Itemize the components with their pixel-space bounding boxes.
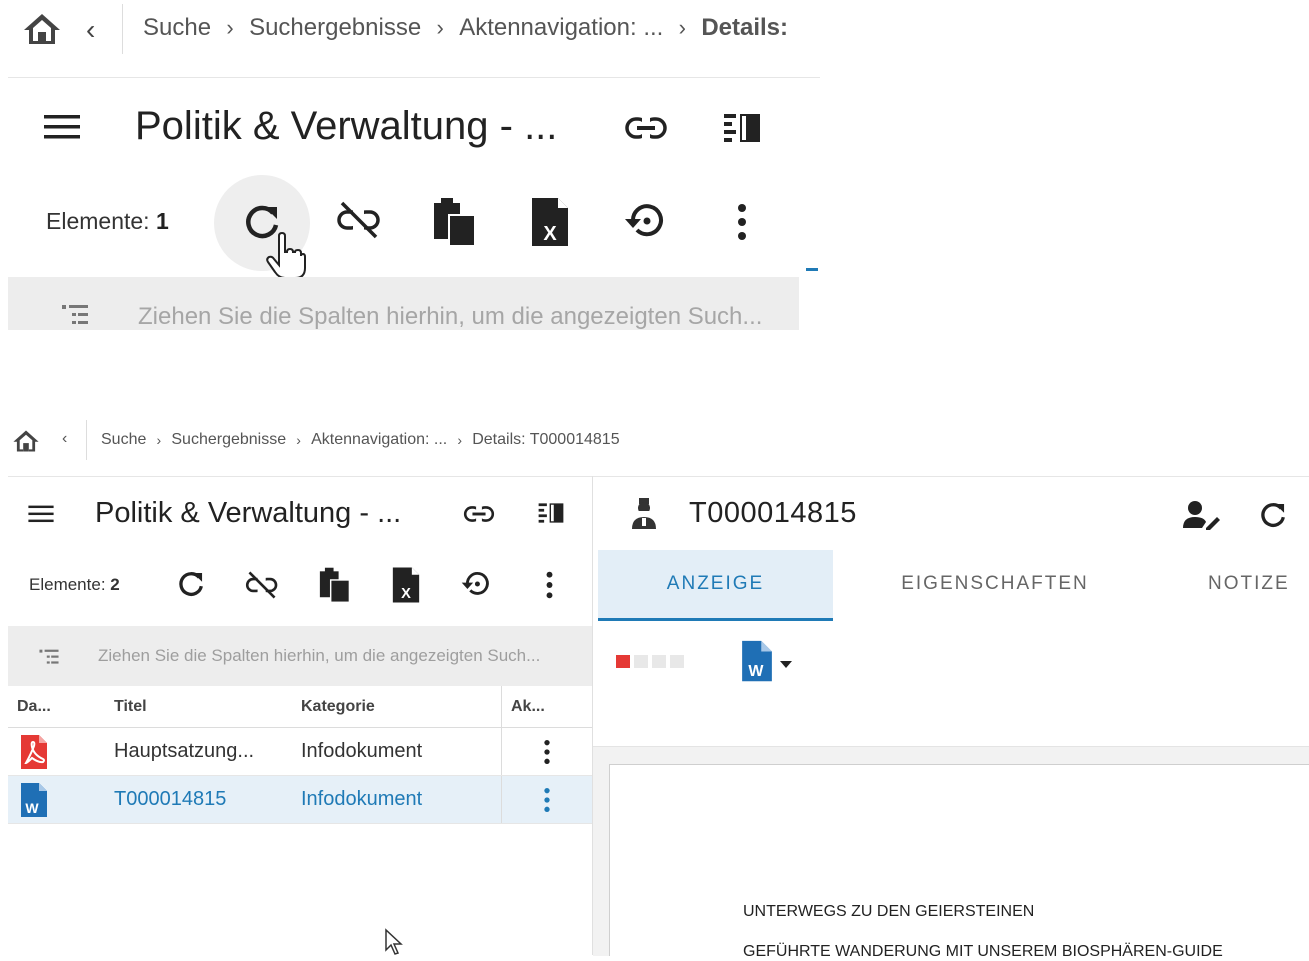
progress-step bbox=[634, 655, 648, 668]
chevron-right-icon: › bbox=[678, 15, 686, 40]
unlink-icon[interactable] bbox=[245, 570, 279, 600]
tab-anzeige[interactable]: ANZEIGE bbox=[598, 550, 833, 621]
unlink-icon[interactable] bbox=[336, 200, 382, 240]
back-chevron-icon[interactable]: ‹ bbox=[62, 430, 67, 448]
paste-icon[interactable] bbox=[318, 567, 352, 603]
svg-text:W: W bbox=[748, 663, 764, 680]
chevron-right-icon: › bbox=[436, 15, 444, 40]
hand-cursor-icon bbox=[265, 232, 307, 280]
group-list-icon bbox=[38, 648, 60, 666]
group-hint-text: Ziehen Sie die Spalten hierhin, um die a… bbox=[138, 303, 763, 330]
row-category: Infodokument bbox=[292, 775, 502, 824]
svg-text:X: X bbox=[543, 223, 557, 245]
progress-step bbox=[670, 655, 684, 668]
hamburger-menu-icon[interactable] bbox=[27, 503, 55, 525]
edit-person-icon[interactable] bbox=[1182, 500, 1220, 530]
zoomed-toolbar-view: ‹ Suche › Suchergebnisse › Aktennavigati… bbox=[0, 0, 820, 330]
tab-eigenschaften[interactable]: EIGENSCHAFTEN bbox=[860, 550, 1130, 618]
toggle-panel-icon[interactable] bbox=[537, 502, 565, 524]
divider bbox=[8, 77, 820, 78]
toggle-panel-icon[interactable] bbox=[722, 112, 762, 144]
chevron-right-icon: › bbox=[296, 432, 301, 448]
pdf-icon bbox=[8, 727, 105, 776]
hamburger-menu-icon[interactable] bbox=[42, 112, 82, 142]
row-title: T000014815 bbox=[105, 775, 292, 824]
home-icon[interactable] bbox=[22, 12, 62, 46]
page-title: Politik & Verwaltung - ... bbox=[135, 104, 558, 148]
document-owner-icon bbox=[630, 497, 658, 531]
breadcrumb-item-suchergebnisse[interactable]: Suchergebnisse bbox=[249, 14, 421, 42]
history-restore-icon[interactable] bbox=[623, 200, 667, 242]
excel-export-icon[interactable]: X bbox=[530, 196, 570, 248]
accent-mark bbox=[806, 268, 818, 271]
breadcrumb-item-details: Details: bbox=[701, 14, 789, 41]
row-actions-more-icon[interactable] bbox=[501, 775, 592, 824]
link-icon[interactable] bbox=[624, 113, 668, 143]
group-hint-text: Ziehen Sie die Spalten hierhin, um die a… bbox=[98, 646, 541, 665]
paste-icon[interactable] bbox=[432, 197, 478, 247]
row-title: Hauptsatzung... bbox=[105, 727, 292, 776]
breadcrumb-item-suche[interactable]: Suche bbox=[101, 431, 146, 449]
divider bbox=[86, 420, 87, 460]
loading-progress bbox=[616, 655, 684, 668]
column-header-actions[interactable]: Ak... bbox=[501, 686, 592, 728]
excel-export-icon[interactable]: X bbox=[391, 566, 421, 604]
svg-text:X: X bbox=[401, 586, 411, 602]
dropdown-caret-icon[interactable] bbox=[780, 661, 792, 668]
progress-step bbox=[652, 655, 666, 668]
document-page bbox=[609, 764, 1309, 956]
element-count: Elemente: 1 bbox=[46, 208, 169, 234]
group-list-icon bbox=[60, 303, 90, 327]
chevron-right-icon: › bbox=[156, 432, 162, 448]
breadcrumb-item-suche[interactable]: Suche bbox=[143, 14, 211, 42]
refresh-icon[interactable] bbox=[177, 570, 205, 598]
column-header-title[interactable]: Titel bbox=[105, 686, 292, 728]
history-restore-icon[interactable] bbox=[460, 569, 492, 599]
link-icon[interactable] bbox=[463, 503, 495, 525]
breadcrumb: ‹ Suche › Suchergebnisse › Aktennavigati… bbox=[0, 0, 820, 58]
breadcrumb: ‹ Suche › Suchergebnisse › Aktennavigati… bbox=[0, 420, 1309, 460]
breadcrumb-item-details: Details: T000014815 bbox=[472, 431, 620, 448]
element-count: Elemente: 2 bbox=[29, 575, 120, 594]
word-file-icon[interactable]: W bbox=[740, 639, 774, 683]
row-actions-more-icon[interactable] bbox=[501, 727, 592, 776]
table-row-selected[interactable]: W T000014815 Infodokument bbox=[8, 775, 592, 824]
row-category: Infodokument bbox=[292, 727, 502, 776]
column-header-category[interactable]: Kategorie bbox=[292, 686, 502, 728]
progress-step bbox=[616, 655, 630, 668]
word-icon: W bbox=[8, 775, 105, 824]
svg-text:W: W bbox=[25, 800, 39, 816]
group-drop-area[interactable]: Ziehen Sie die Spalten hierhin, um die a… bbox=[8, 626, 592, 686]
breadcrumb-item-aktennavigation[interactable]: Aktennavigation: ... bbox=[311, 431, 447, 449]
more-vert-icon[interactable] bbox=[545, 571, 554, 599]
group-drop-area[interactable]: Ziehen Sie die Spalten hierhin, um die a… bbox=[8, 277, 799, 330]
document-line: GEFÜHRTE WANDERUNG MIT UNSEREM BIOSPHÄRE… bbox=[743, 943, 1223, 960]
mouse-cursor-icon bbox=[384, 928, 406, 956]
tab-notizen[interactable]: NOTIZE bbox=[1208, 550, 1309, 618]
detail-tabs: ANZEIGE EIGENSCHAFTEN NOTIZE bbox=[598, 550, 1309, 621]
document-line: UNTERWEGS ZU DEN GEIERSTEINEN bbox=[743, 903, 1035, 920]
more-vert-icon[interactable] bbox=[736, 203, 748, 241]
divider bbox=[8, 476, 1309, 477]
back-chevron-icon[interactable]: ‹ bbox=[86, 14, 95, 46]
pane-title: Politik & Verwaltung - ... bbox=[95, 497, 402, 529]
detail-title: T000014815 bbox=[689, 497, 857, 529]
home-icon[interactable] bbox=[12, 429, 40, 453]
refresh-icon[interactable] bbox=[1259, 501, 1287, 529]
table-row[interactable]: Hauptsatzung... Infodokument bbox=[8, 727, 592, 776]
column-header-type[interactable]: Da... bbox=[8, 686, 105, 728]
chevron-right-icon: › bbox=[226, 15, 234, 40]
breadcrumb-item-suchergebnisse[interactable]: Suchergebnisse bbox=[171, 431, 286, 449]
chevron-right-icon: › bbox=[457, 432, 463, 448]
table-header-row: Da... Titel Kategorie Ak... bbox=[8, 686, 592, 728]
results-table: Da... Titel Kategorie Ak... Hauptsatzung… bbox=[8, 686, 592, 824]
breadcrumb-item-aktennavigation[interactable]: Aktennavigation: ... bbox=[459, 14, 663, 42]
divider bbox=[122, 4, 123, 54]
